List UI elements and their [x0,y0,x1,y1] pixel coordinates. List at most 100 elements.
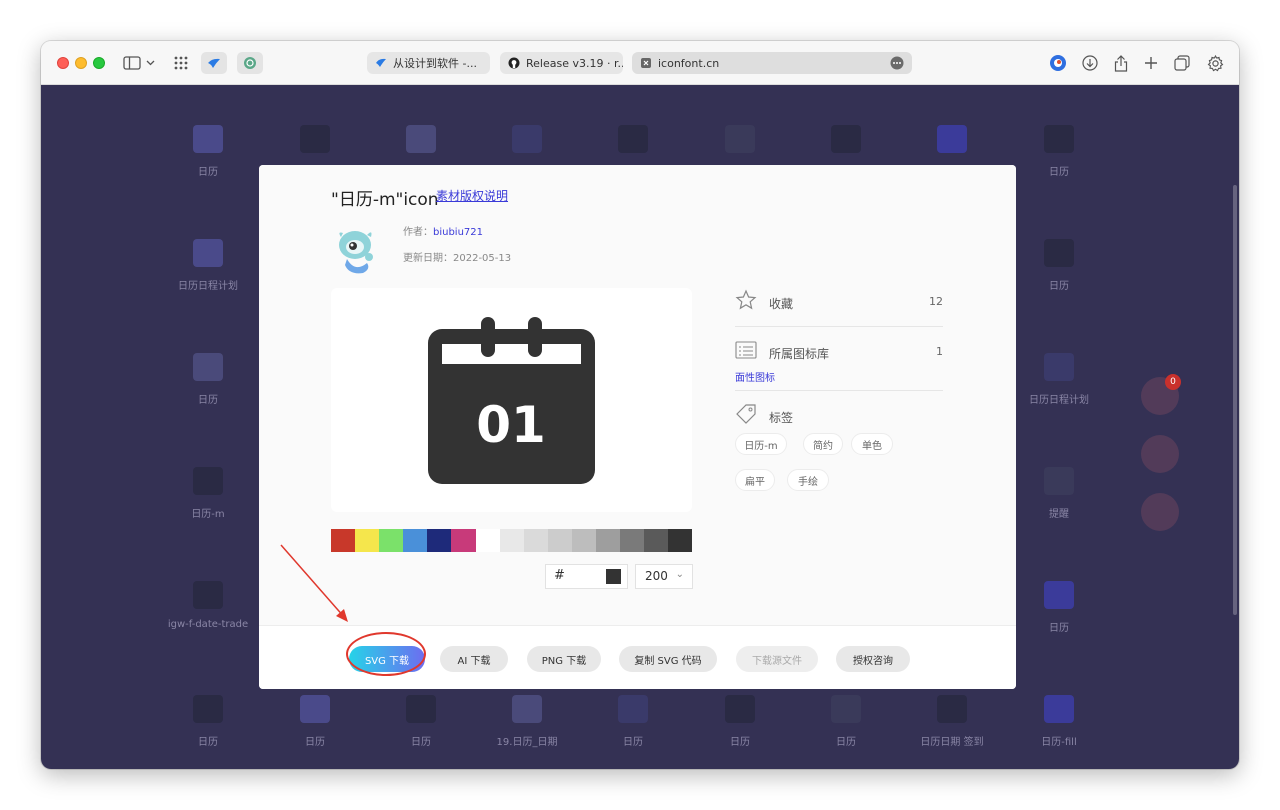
color-swatch[interactable] [571,529,597,552]
color-swatch[interactable] [668,529,693,552]
calendar-icon [1044,239,1074,267]
background-icon-card[interactable]: 日历日期 签到 [902,695,1002,748]
color-chip[interactable] [606,569,621,584]
ai-download-button[interactable]: AI 下载 [440,646,508,672]
color-swatch[interactable] [331,529,356,552]
background-icon-card[interactable] [477,125,577,163]
png-download-button[interactable]: PNG 下载 [527,646,601,672]
copy-svg-code-button[interactable]: 复制 SVG 代码 [619,646,717,672]
icon-card-label: 日历 [730,737,750,748]
background-icon-card[interactable]: 日历日程计划 [158,239,258,292]
background-icon-card[interactable]: 日历 [690,695,790,748]
background-icon-card[interactable] [583,125,683,163]
hex-color-input[interactable]: # [545,564,628,589]
tab-overview-icon[interactable] [1171,52,1193,74]
background-icon-card[interactable] [690,125,790,163]
tag-item[interactable]: 简约 [803,433,843,455]
icon-card-label: 日历 [305,737,325,748]
color-swatch[interactable] [596,529,621,552]
copyright-link[interactable]: 素材版权说明 [436,187,508,204]
calendar-icon [831,125,861,153]
calendar-icon [512,125,542,153]
color-swatch[interactable] [523,529,548,552]
background-icon-card[interactable]: 日历-fill [1009,695,1109,748]
date-row: 更新日期：2022-05-13 [403,249,511,264]
favorites-row[interactable]: 收藏 12 [735,285,943,325]
color-swatch[interactable] [499,529,524,552]
tab-label: 从设计到软件 -... [393,57,477,70]
background-icon-card[interactable]: 日历-m [158,467,258,520]
background-icon-card[interactable] [902,125,1002,163]
background-icon-card[interactable]: 日历 [265,695,365,748]
background-icon-card[interactable]: 提醒 [1009,467,1109,520]
icon-card-label: 提醒 [1049,509,1069,520]
tab-yuque[interactable]: 从设计到软件 -... [367,52,490,74]
share-icon[interactable] [1110,52,1132,74]
calendar-icon [300,125,330,153]
background-icon-card[interactable]: 19.日历_日期 [477,695,577,748]
pinned-yuque-icon[interactable] [201,52,227,74]
background-icon-card[interactable]: igw-f-date-trade [158,581,258,630]
color-swatch[interactable] [547,529,572,552]
downloads-icon[interactable] [1079,52,1101,74]
tab-overview-grid-icon[interactable] [170,52,192,74]
background-icon-card[interactable]: 日历 [158,125,258,178]
side-button-2[interactable] [1141,435,1179,473]
close-window-button[interactable] [57,57,69,69]
download-source-button[interactable]: 下载源文件 [736,646,818,672]
new-tab-icon[interactable] [1140,52,1162,74]
background-icon-card[interactable] [371,125,471,163]
background-icon-card[interactable] [796,125,896,163]
color-swatch[interactable] [403,529,428,552]
background-icon-card[interactable]: 日历 [158,353,258,406]
tab-iconfont[interactable]: iconfont.cn [632,52,912,74]
tag-item[interactable]: 单色 [851,433,893,455]
author-name-link[interactable]: biubiu721 [433,227,483,238]
tag-item[interactable]: 手绘 [787,469,829,491]
tab-github-release[interactable]: Release v3.19 · r... [500,52,623,74]
background-icon-card[interactable]: 日历 [796,695,896,748]
sidebar-toggle-icon[interactable] [121,52,143,74]
tag-item[interactable]: 日历-m [735,433,787,455]
extension-icon[interactable] [1047,52,1069,74]
scrollbar[interactable] [1233,185,1237,615]
background-icon-card[interactable]: 日历 [1009,125,1109,178]
background-icon-card[interactable]: 日历 [1009,581,1109,634]
background-icon-card[interactable]: 日历 [1009,239,1109,292]
favorites-count: 12 [929,295,943,308]
license-consult-button[interactable]: 授权咨询 [836,646,910,672]
color-swatch[interactable] [379,529,404,552]
color-swatch[interactable] [451,529,476,552]
tab-label: iconfont.cn [658,56,720,70]
icon-preview: 01 [331,288,692,512]
more-options-icon[interactable] [890,56,904,73]
icon-card-label: 日历日期 签到 [920,737,984,748]
zoom-window-button[interactable] [93,57,105,69]
background-icon-card[interactable] [265,125,365,163]
color-swatch[interactable] [475,529,500,552]
background-icon-card[interactable]: 日历 [371,695,471,748]
size-select[interactable]: 200 ⌄ [635,564,693,589]
icon-title: "日历-m"icon [331,190,439,210]
color-swatch[interactable] [620,529,645,552]
minimize-window-button[interactable] [75,57,87,69]
calendar-icon [1044,695,1074,723]
background-icon-card[interactable]: 日历 [583,695,683,748]
date-label: 更新日期： [403,253,453,264]
icon-card-label: 日历日程计划 [178,281,238,292]
size-value: 200 [645,569,668,583]
divider [735,390,943,391]
color-swatch[interactable] [644,529,669,552]
hex-prefix: # [554,568,565,583]
tag-item[interactable]: 扁平 [735,469,775,491]
color-swatch[interactable] [427,529,452,552]
back-to-top-button[interactable] [1141,493,1179,531]
background-icon-card[interactable]: 日历日程计划 [1009,353,1109,406]
pinned-chatgpt-icon[interactable] [237,52,263,74]
background-icon-card[interactable]: 日历 [158,695,258,748]
calendar-icon [937,695,967,723]
library-link[interactable]: 面性图标 [735,369,775,384]
color-swatch[interactable] [355,529,380,552]
settings-gear-icon[interactable] [1204,52,1226,74]
chevron-down-icon[interactable] [143,52,157,74]
